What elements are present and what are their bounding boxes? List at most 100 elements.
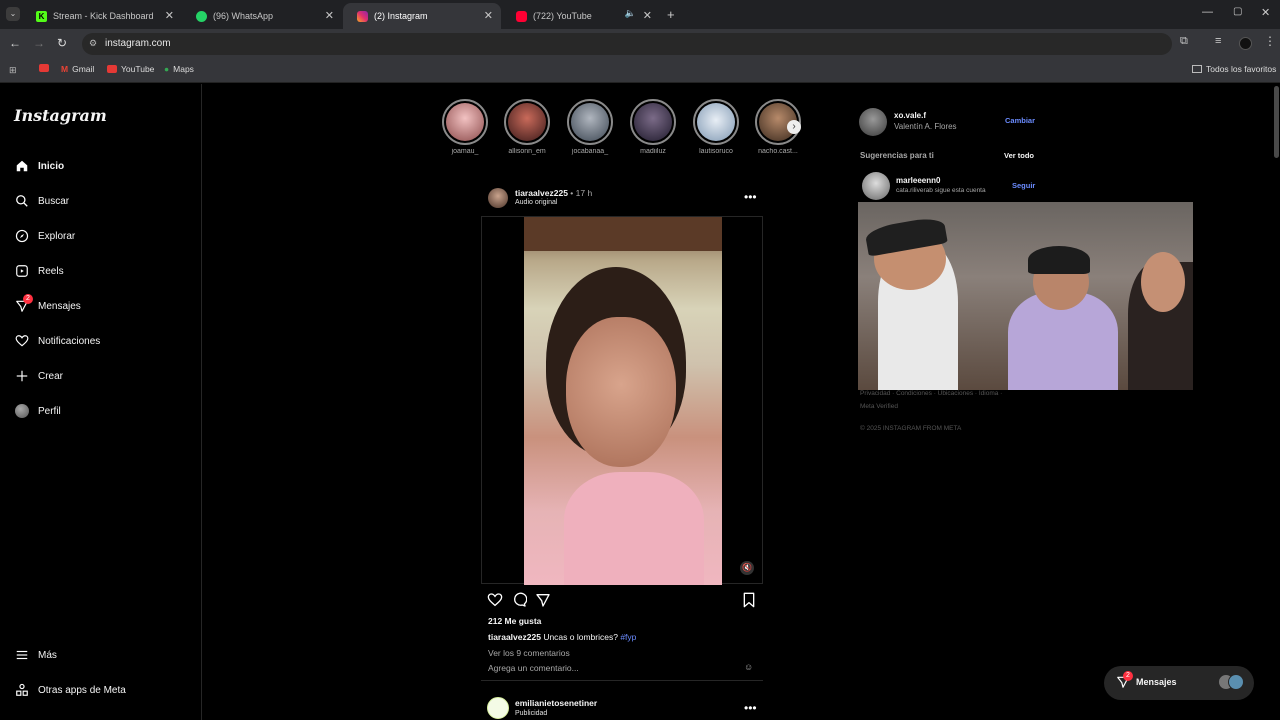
save-icon[interactable] xyxy=(742,592,756,608)
heart-icon xyxy=(14,333,30,349)
restore-button[interactable]: ▢ xyxy=(1233,6,1242,17)
close-window-button[interactable]: ✕ xyxy=(1261,6,1270,19)
more-options-icon[interactable]: ••• xyxy=(744,190,757,204)
youtube-icon xyxy=(516,10,527,22)
post-audio[interactable]: Audio original xyxy=(515,199,557,206)
messages-pill[interactable]: 2 Mensajes xyxy=(1104,666,1254,700)
bookmark-gmail[interactable]: M Gmail xyxy=(61,64,94,74)
story-item[interactable]: jocabanaa_ xyxy=(564,99,616,155)
all-bookmarks[interactable]: Todos los favoritos xyxy=(1192,64,1276,74)
mute-icon[interactable]: 🔇 xyxy=(740,561,754,575)
next-post-username[interactable]: emilianietosenetiner xyxy=(515,698,597,708)
add-comment-input[interactable]: Agrega un comentario... xyxy=(488,663,579,673)
bookmark-maps[interactable]: ● Maps xyxy=(164,64,194,74)
next-post-avatar[interactable] xyxy=(487,697,509,719)
forward-icon[interactable]: → xyxy=(33,36,45,50)
menu-icon[interactable]: ⋮ xyxy=(1264,34,1276,48)
comment-icon[interactable] xyxy=(511,592,527,608)
tab-whatsapp[interactable]: (96) WhatsApp ✕ xyxy=(182,3,342,29)
close-icon[interactable]: ✕ xyxy=(165,9,174,22)
caption-username[interactable]: tiaraalvez225 xyxy=(488,632,541,642)
compass-icon xyxy=(14,228,30,244)
tab-search-button[interactable]: ⌄ xyxy=(6,7,20,21)
kick-icon: K xyxy=(36,10,47,22)
like-icon[interactable] xyxy=(487,592,503,608)
close-icon[interactable]: ✕ xyxy=(325,9,334,22)
post-caption: tiaraalvez225 Uncas o lombrices? #fyp xyxy=(488,632,636,642)
current-fullname: Valentín A. Flores xyxy=(894,122,957,131)
post-media[interactable]: 🔇 xyxy=(481,216,763,585)
tab-youtube[interactable]: (722) YouTube 🔈 ✕ xyxy=(502,3,660,29)
nav-mensajes[interactable]: 2 Mensajes xyxy=(14,294,81,314)
nav-mas[interactable]: Más xyxy=(14,647,57,663)
suggested-user-avatar[interactable] xyxy=(862,172,890,200)
nav-buscar[interactable]: Buscar xyxy=(14,193,69,209)
meta-verified-link[interactable]: Meta Verified xyxy=(860,403,898,410)
nav-perfil[interactable]: Perfil xyxy=(14,403,61,419)
suggested-username[interactable]: marleeenn0 xyxy=(896,176,940,185)
story-item[interactable]: madiiluz xyxy=(627,99,679,155)
tab-instagram[interactable]: (2) Instagram ✕ xyxy=(343,3,501,29)
bookmark-youtube[interactable]: YouTube xyxy=(107,64,154,74)
close-icon[interactable]: ✕ xyxy=(643,9,652,22)
nav-explorar[interactable]: Explorar xyxy=(14,228,75,244)
media-control-icon[interactable]: ≡ xyxy=(1215,35,1221,47)
video-frame xyxy=(524,217,722,585)
speaker-icon[interactable]: 🔈 xyxy=(625,8,636,19)
post-avatar[interactable] xyxy=(488,188,508,208)
hashtag-link[interactable]: #fyp xyxy=(620,632,636,642)
close-icon[interactable]: ✕ xyxy=(484,9,493,22)
current-user-avatar[interactable] xyxy=(859,108,887,136)
messages-icon: 2 xyxy=(14,294,33,314)
apps-grid-icon[interactable]: ⊞ xyxy=(9,65,17,76)
more-options-icon[interactable]: ••• xyxy=(744,701,757,715)
post-username[interactable]: tiaraalvez225 • 17 h xyxy=(515,188,592,198)
bookmark-label: Todos los favoritos xyxy=(1206,64,1277,74)
profile-avatar[interactable] xyxy=(1239,37,1252,50)
stories-next-button[interactable]: › xyxy=(787,120,801,134)
story-avatar xyxy=(508,103,546,141)
story-item[interactable]: allisonn_em xyxy=(501,99,553,155)
maps-pin-icon: ● xyxy=(164,64,170,74)
reels-icon xyxy=(14,263,30,279)
emoji-icon[interactable]: ☺ xyxy=(744,662,753,672)
nav-meta-apps[interactable]: Otras apps de Meta xyxy=(14,682,126,698)
site-info-icon[interactable]: ⚙ xyxy=(89,38,97,49)
extensions-icon[interactable]: ⧉ xyxy=(1180,35,1188,48)
plus-icon xyxy=(14,368,30,384)
bookmarks-bar: ⊞ M Gmail YouTube ● Maps Todos los favorit… xyxy=(0,59,1280,83)
gmail-icon: M xyxy=(61,64,69,74)
current-username[interactable]: xo.vale.f xyxy=(894,111,926,120)
tab-kick[interactable]: K Stream - Kick Dashboard ✕ xyxy=(22,3,182,29)
minimize-button[interactable]: — xyxy=(1202,6,1213,18)
nav-reels[interactable]: Reels xyxy=(14,263,64,279)
story-item[interactable]: joamau_ xyxy=(439,99,491,155)
instagram-logo[interactable]: Instagram xyxy=(14,106,107,125)
view-comments-link[interactable]: Ver los 9 comentarios xyxy=(488,648,570,658)
nav-label: Crear xyxy=(38,370,64,382)
bookmark-red[interactable] xyxy=(39,64,49,72)
omnibox[interactable]: ⚙ instagram.com xyxy=(82,33,1172,55)
follow-button[interactable]: Seguir xyxy=(1012,181,1035,190)
story-avatar xyxy=(697,103,735,141)
back-icon[interactable]: ← xyxy=(9,36,21,50)
whatsapp-icon xyxy=(196,10,207,22)
nav-inicio[interactable]: Inicio xyxy=(14,158,64,174)
reload-icon[interactable]: ↻ xyxy=(57,36,67,50)
bookmark-label: YouTube xyxy=(121,64,155,74)
likes-count[interactable]: 212 Me gusta xyxy=(488,616,541,626)
see-all-link[interactable]: Ver todo xyxy=(1004,151,1034,160)
instagram-icon xyxy=(357,10,368,22)
post-divider xyxy=(481,680,763,681)
new-tab-button[interactable]: + xyxy=(667,7,675,22)
story-item[interactable]: lautisoruco xyxy=(690,99,742,155)
page-scrollbar[interactable] xyxy=(1274,86,1279,158)
share-icon[interactable] xyxy=(535,592,551,608)
switch-account-link[interactable]: Cambiar xyxy=(1005,116,1035,125)
nav-label: Inicio xyxy=(38,160,65,172)
nav-crear[interactable]: Crear xyxy=(14,368,63,384)
nav-notificaciones[interactable]: Notificaciones xyxy=(14,333,100,349)
footer-links[interactable]: Privacidad · Condiciones · Ubicaciones ·… xyxy=(860,390,1002,397)
caption-text: Uncas o lombrices? xyxy=(543,632,618,642)
tab-label: (722) YouTube xyxy=(533,11,592,21)
